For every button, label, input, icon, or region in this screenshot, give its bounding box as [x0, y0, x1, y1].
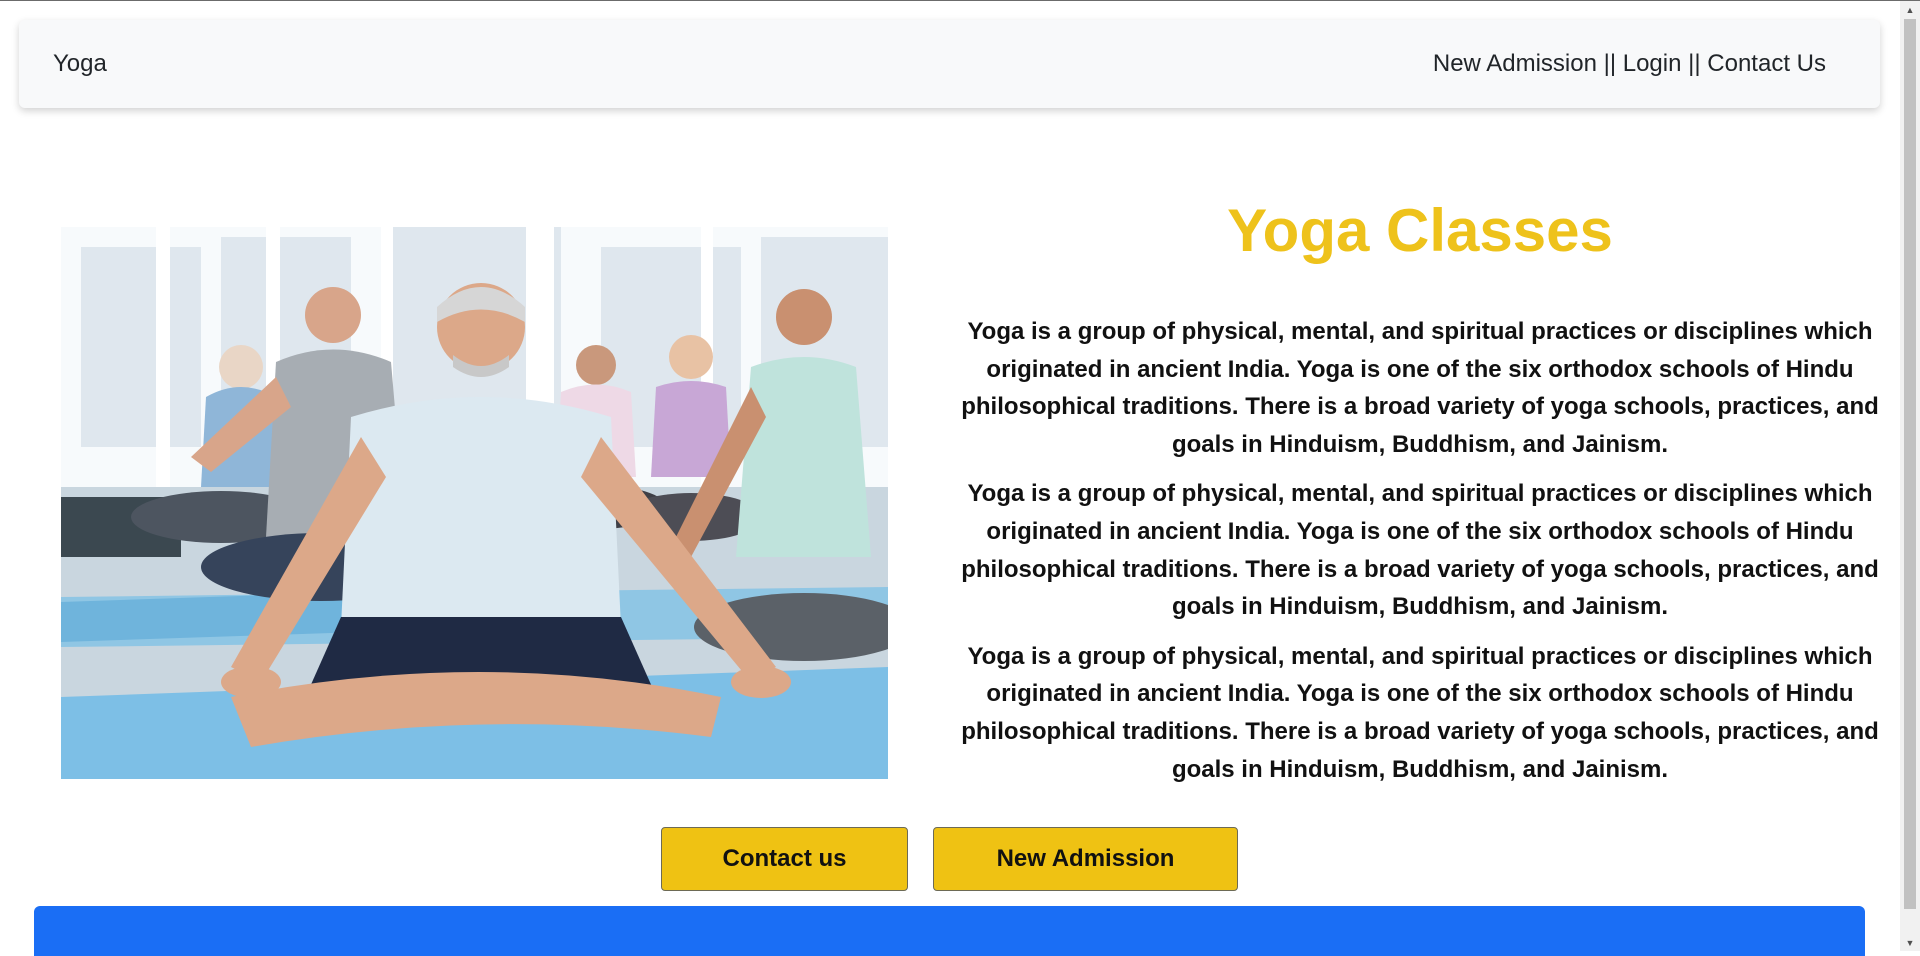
footer-bar — [34, 906, 1865, 956]
contact-us-button[interactable]: Contact us — [661, 827, 908, 891]
intro-paragraph: Yoga is a group of physical, mental, and… — [961, 642, 1879, 783]
nav-separator: || — [1596, 50, 1623, 77]
vertical-scrollbar[interactable]: ▲ ▼ — [1900, 1, 1920, 951]
intro-section: Yoga Classes Yoga is a group of physical… — [955, 191, 1885, 800]
nav-links: New Admission || Login || Contact Us — [1433, 20, 1826, 108]
scroll-up-arrow-icon[interactable]: ▲ — [1900, 1, 1920, 18]
nav-login-link[interactable]: Login — [1623, 50, 1682, 78]
nav-new-admission-link[interactable]: New Admission — [1433, 50, 1597, 78]
brand-link[interactable]: Yoga — [53, 20, 107, 108]
navbar: Yoga New Admission || Login || Contact U… — [19, 20, 1880, 108]
yoga-class-photo — [61, 227, 888, 779]
scroll-down-arrow-icon[interactable]: ▼ — [1900, 934, 1920, 951]
page-title: Yoga Classes — [1227, 197, 1613, 264]
nav-separator: || — [1681, 50, 1708, 77]
intro-paragraph: Yoga is a group of physical, mental, and… — [961, 480, 1879, 621]
nav-contact-link[interactable]: Contact Us — [1707, 50, 1826, 78]
scrollbar-thumb[interactable] — [1904, 19, 1916, 909]
new-admission-button[interactable]: New Admission — [933, 827, 1238, 891]
intro-paragraph: Yoga is a group of physical, mental, and… — [961, 318, 1879, 458]
